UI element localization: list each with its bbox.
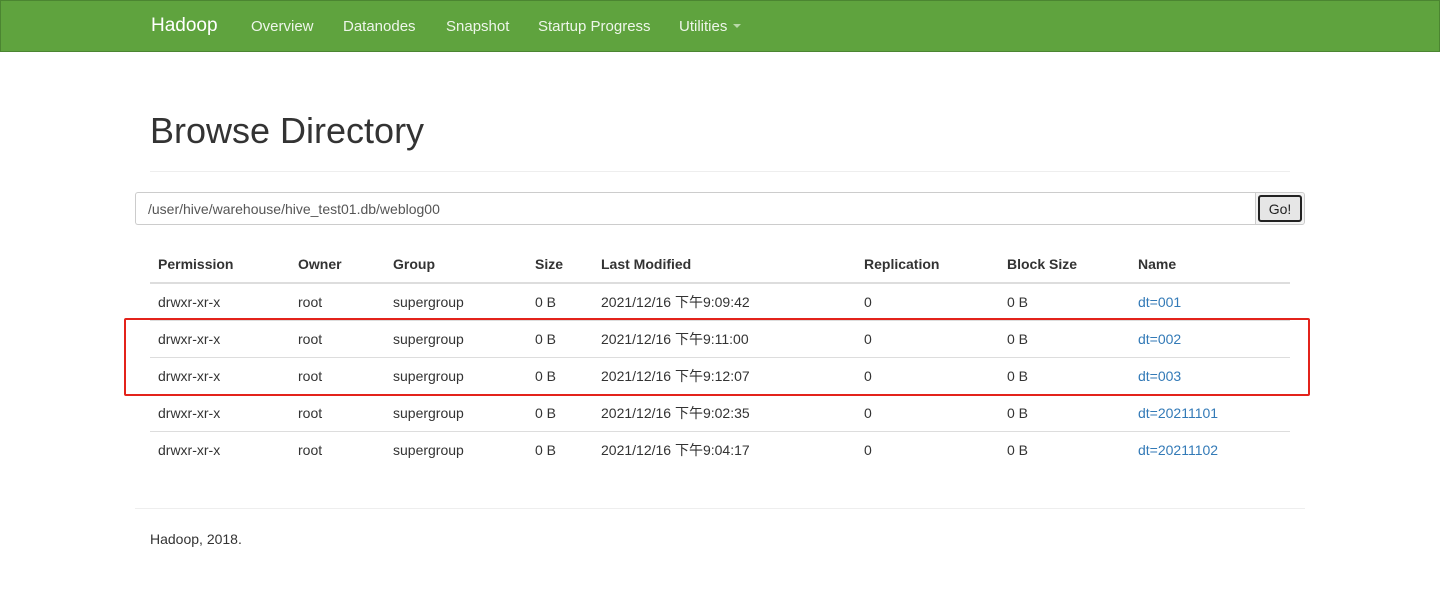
cell-last-modified: 2021/12/16 下午9:02:35 <box>593 394 856 432</box>
cell-permission: drwxr-xr-x <box>158 441 221 458</box>
cell-name: dt=20211101 <box>1130 394 1290 432</box>
cell-owner: root <box>290 320 385 358</box>
cell-group: supergroup <box>393 441 464 458</box>
nav-overview[interactable]: Overview <box>251 18 314 35</box>
directory-link[interactable]: dt=003 <box>1138 368 1181 384</box>
cell-block-size: 0 B <box>1007 441 1029 458</box>
top-navbar: Hadoop Overview Datanodes Snapshot Start… <box>0 0 1440 52</box>
table-row: drwxr-xr-x root supergroup 0 B 2021/12/1… <box>150 283 1290 321</box>
cell-size: 0 B <box>527 320 593 358</box>
cell-owner: root <box>290 283 385 321</box>
footer-text: Hadoop, 2018. <box>150 531 242 547</box>
directory-link[interactable]: dt=20211101 <box>1138 405 1218 421</box>
cell-group: supergroup <box>385 283 527 321</box>
title-divider <box>150 171 1290 172</box>
caret-down-icon <box>733 24 742 29</box>
directory-link[interactable]: dt=001 <box>1138 294 1181 310</box>
directory-path-input[interactable] <box>135 192 1256 225</box>
nav-datanodes[interactable]: Datanodes <box>343 18 416 35</box>
table-row: drwxr-xr-x root supergroup 0 B 2021/12/1… <box>150 357 1290 395</box>
header-last-modified[interactable]: Last Modified <box>593 245 856 284</box>
cell-owner: root <box>298 441 323 458</box>
header-owner[interactable]: Owner <box>290 245 385 284</box>
cell-name: dt=003 <box>1130 357 1290 395</box>
nav-utilities-dropdown[interactable]: Utilities <box>679 18 742 35</box>
nav-startup-progress[interactable]: Startup Progress <box>538 18 651 35</box>
cell-permission: drwxr-xr-x <box>150 357 290 395</box>
cell-permission: drwxr-xr-x <box>150 394 290 432</box>
cell-name: dt=20211102 <box>1130 431 1290 468</box>
cell-last-modified: 2021/12/16 下午9:12:07 <box>593 357 856 395</box>
cell-replication: 0 <box>856 283 999 321</box>
cell-permission: drwxr-xr-x <box>150 320 290 358</box>
cell-replication: 0 <box>856 357 999 395</box>
cell-block-size: 0 B <box>999 357 1130 395</box>
header-name[interactable]: Name <box>1130 245 1290 284</box>
directory-link[interactable]: dt=002 <box>1138 331 1181 347</box>
cell-owner: root <box>290 357 385 395</box>
cell-group: supergroup <box>385 394 527 432</box>
brand-logo[interactable]: Hadoop <box>151 15 218 37</box>
cell-block-size: 0 B <box>999 320 1130 358</box>
table-row: drwxr-xr-x root supergroup 0 B 2021/12/1… <box>150 431 1290 468</box>
table-row: drwxr-xr-x root supergroup 0 B 2021/12/1… <box>150 320 1290 358</box>
cell-replication: 0 <box>856 320 999 358</box>
cell-group: supergroup <box>385 320 527 358</box>
cell-last-modified: 2021/12/16 下午9:09:42 <box>593 283 856 321</box>
header-group[interactable]: Group <box>385 245 527 284</box>
footer-divider <box>135 508 1305 509</box>
header-permission[interactable]: Permission <box>150 245 290 284</box>
cell-size: 0 B <box>527 283 593 321</box>
cell-block-size: 0 B <box>999 283 1130 321</box>
table-row: drwxr-xr-x root supergroup 0 B 2021/12/1… <box>150 394 1290 432</box>
cell-size: 0 B <box>527 357 593 395</box>
table-header-row: Permission Owner Group Size Last Modifie… <box>150 245 1290 284</box>
cell-replication: 0 <box>864 441 872 458</box>
cell-permission: drwxr-xr-x <box>150 283 290 321</box>
cell-size: 0 B <box>527 394 593 432</box>
cell-name: dt=002 <box>1130 320 1290 358</box>
header-replication[interactable]: Replication <box>856 245 999 284</box>
cell-replication: 0 <box>856 394 999 432</box>
nav-snapshot[interactable]: Snapshot <box>446 18 509 35</box>
cell-last-modified: 2021/12/16 下午9:04:17 <box>601 441 750 458</box>
cell-name: dt=001 <box>1130 283 1290 321</box>
nav-utilities-label: Utilities <box>679 18 728 35</box>
page-title: Browse Directory <box>150 110 425 151</box>
cell-group: supergroup <box>385 357 527 395</box>
cell-last-modified: 2021/12/16 下午9:11:00 <box>593 320 856 358</box>
cell-block-size: 0 B <box>999 394 1130 432</box>
cell-size: 0 B <box>535 441 557 458</box>
directory-listing-table: Permission Owner Group Size Last Modifie… <box>150 245 1290 468</box>
cell-owner: root <box>290 394 385 432</box>
go-button-group: Go! <box>1255 192 1305 225</box>
go-button[interactable]: Go! <box>1258 195 1302 222</box>
directory-link[interactable]: dt=20211102 <box>1138 442 1218 458</box>
header-size[interactable]: Size <box>527 245 593 284</box>
header-block-size[interactable]: Block Size <box>999 245 1130 284</box>
